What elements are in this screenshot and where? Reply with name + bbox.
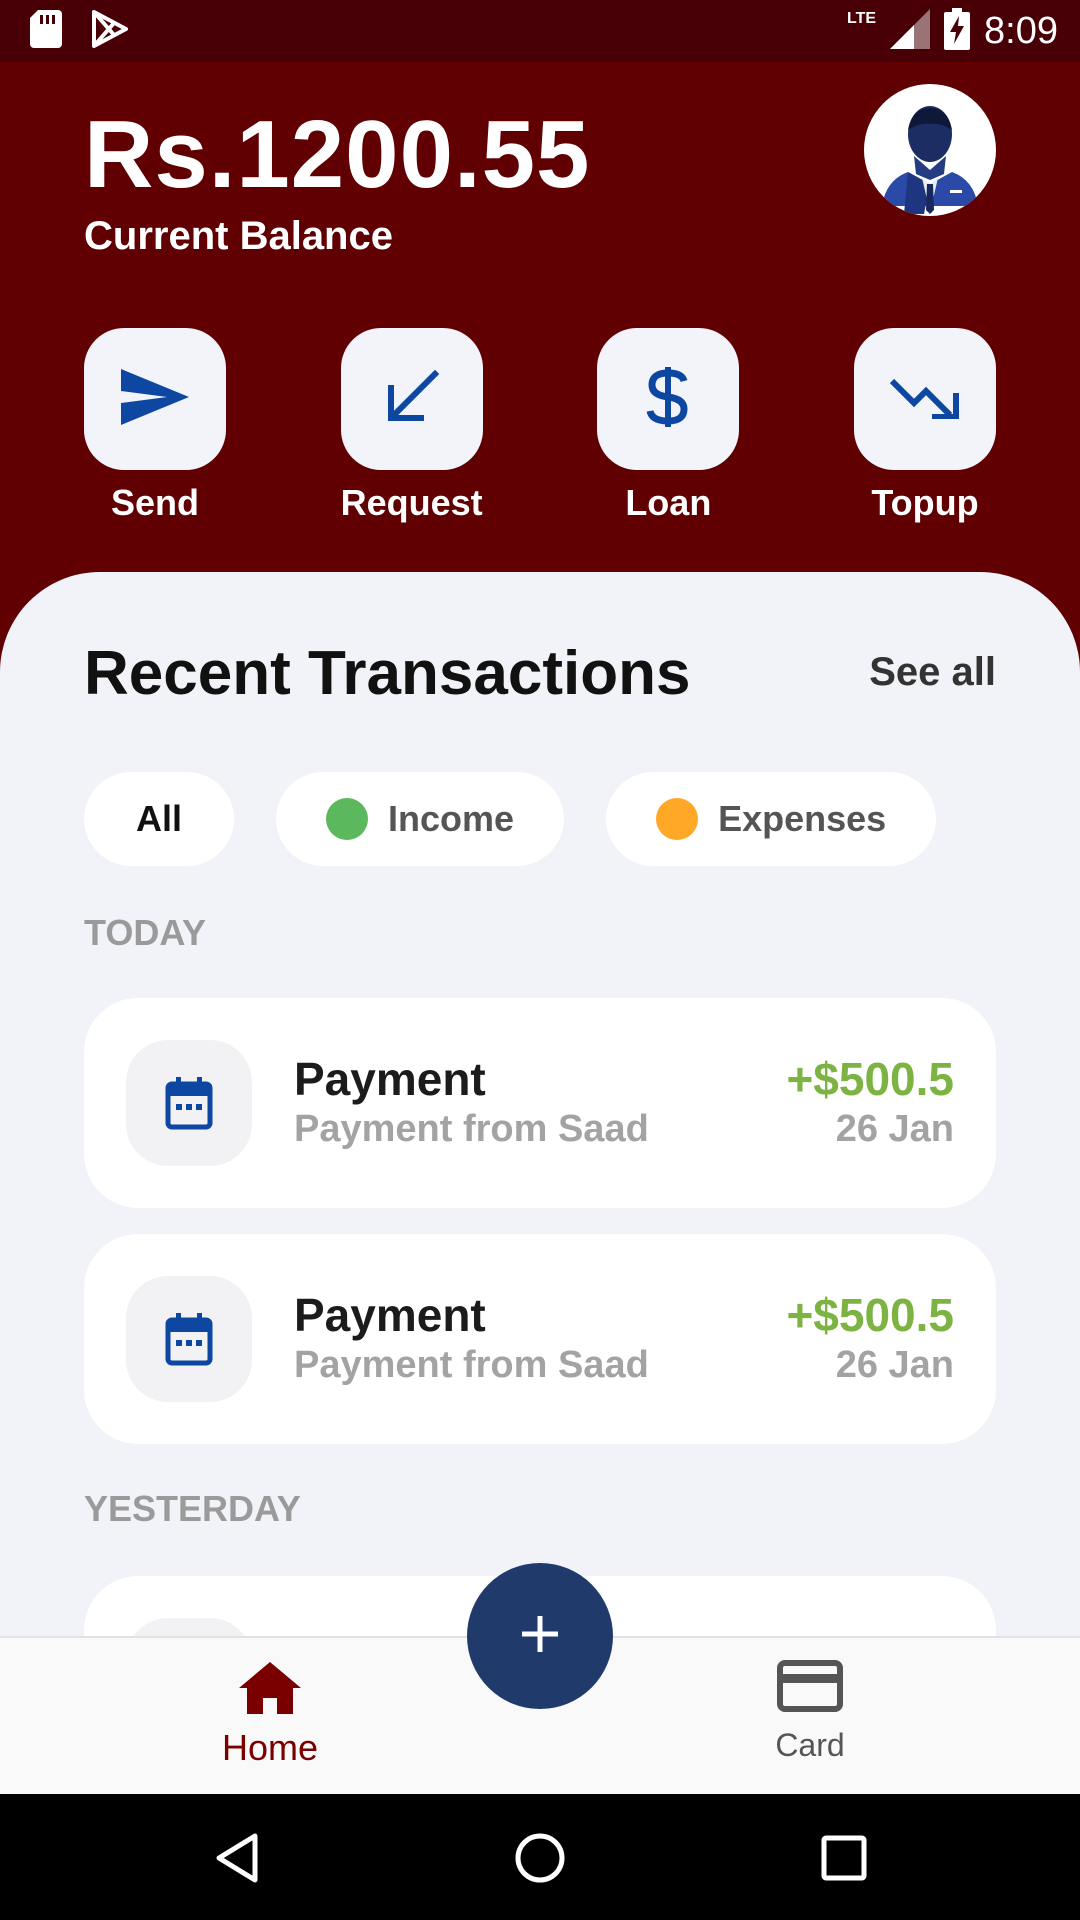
signal-icon [890,8,931,54]
income-dot-icon [326,798,369,840]
plus-icon [520,1614,560,1659]
transaction-subtitle: Payment from Saad [294,1108,649,1150]
transaction-title: Payment [294,1289,486,1341]
filter-all-label: All [136,798,183,839]
transaction-card[interactable]: Payment Payment from Saad +$500.5 26 Jan [84,1234,996,1444]
transaction-icon-placeholder [126,1618,252,1636]
sd-card-icon [30,9,62,53]
loan-action[interactable]: Loan [597,328,740,524]
trending-down-icon [889,375,960,424]
nav-card[interactable]: Card [700,1660,920,1764]
credit-card-icon [777,1660,843,1717]
nav-home-label: Home [221,1727,319,1768]
add-button[interactable] [467,1563,613,1709]
group-label-yesterday: YESTERDAY [84,1488,301,1529]
request-action[interactable]: Request [341,328,483,524]
system-navigation-bar [0,1794,1080,1920]
loan-button[interactable] [597,328,740,470]
play-store-icon [92,9,128,53]
request-label: Request [340,482,483,523]
transaction-filters: All Income Expenses [84,772,937,866]
transaction-date: 26 Jan [835,1344,954,1386]
calendar-icon [126,1276,252,1402]
current-balance-amount: Rs.1200.55 [84,101,591,208]
calendar-icon [126,1040,252,1166]
user-avatar[interactable] [864,84,996,216]
transaction-amount: +$500.5 [786,1289,954,1341]
transaction-card[interactable]: Payment Payment from Saad +$500.5 26 Jan [84,998,996,1208]
status-bar: LTE 8:09 [0,0,1080,62]
arrow-down-left-icon [385,369,439,429]
recent-transactions-title: Recent Transactions [84,639,691,708]
loan-label: Loan [625,482,712,523]
filter-expenses[interactable]: Expenses [606,772,937,866]
transaction-subtitle: Payment from Saad [294,1344,649,1386]
home-icon [237,1660,303,1721]
recents-icon[interactable] [816,1830,872,1886]
transaction-title: Payment [294,1053,486,1105]
clock: 8:09 [984,9,1058,52]
see-all-link[interactable]: See all [869,650,996,695]
send-action[interactable]: Send [84,328,226,524]
filter-expenses-label: Expenses [718,798,887,839]
topup-label: Topup [871,482,979,523]
back-icon[interactable] [208,1830,264,1886]
request-button[interactable] [340,328,483,470]
topup-action[interactable]: Topup [853,328,996,524]
network-type: LTE [847,10,877,27]
nav-home[interactable]: Home [160,1660,380,1769]
home-circle-icon[interactable] [512,1830,568,1886]
transaction-date: 26 Jan [835,1108,954,1150]
transactions-panel: Recent Transactions See all All Income E… [0,572,1080,1636]
expenses-dot-icon [656,798,699,840]
battery-charging-icon [944,7,971,55]
quick-actions: Send Request Loan Topup [84,328,996,524]
send-icon [119,367,191,432]
filter-all[interactable]: All [84,772,235,866]
send-button[interactable] [84,328,226,470]
transaction-amount: +$500.5 [786,1053,954,1105]
filter-income-label: Income [388,798,515,839]
group-label-today: TODAY [84,912,207,953]
send-label: Send [110,482,199,523]
nav-card-label: Card [775,1727,845,1763]
filter-income[interactable]: Income [276,772,565,866]
dollar-icon [646,365,690,434]
current-balance-label: Current Balance [84,214,393,258]
topup-button[interactable] [853,328,996,470]
